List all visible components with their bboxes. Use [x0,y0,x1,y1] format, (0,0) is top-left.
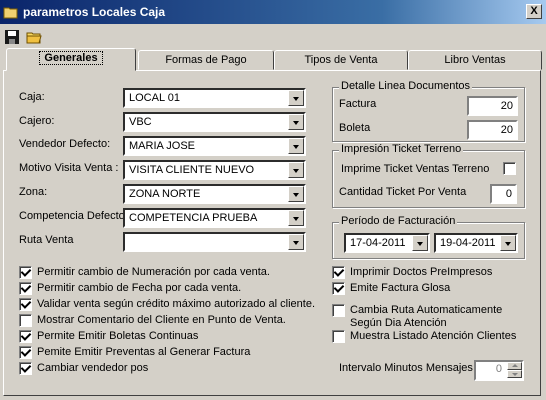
check-doctos-preimpresos[interactable]: Imprimir Doctos PreImpresos [332,266,492,279]
checkbox[interactable] [332,304,345,317]
checkbox[interactable] [332,330,345,343]
cantidad-label: Cantidad Ticket Por Venta [339,186,467,198]
tab-tipos-de-venta[interactable]: Tipos de Venta [274,50,408,70]
caja-combo[interactable]: LOCAL 01 [123,88,306,108]
check-preventas[interactable]: Pemite Emitir Preventas al Generar Factu… [19,346,250,359]
chevron-down-icon[interactable] [500,235,516,251]
checkbox[interactable] [19,330,32,343]
fecha-hasta-picker[interactable]: 19-04-2011 [434,233,518,253]
chevron-down-icon[interactable] [288,186,304,202]
chevron-down-icon[interactable] [288,162,304,178]
motivo-combo[interactable]: VISITA CLIENTE NUEVO [123,160,306,180]
caja-label: Caja: [19,91,45,103]
tab-libro-ventas[interactable]: Libro Ventas [408,50,542,70]
spin-down-icon[interactable] [507,370,522,378]
chevron-down-icon[interactable] [288,210,304,226]
check-fecha[interactable]: Permitir cambio de Fecha por cada venta. [19,282,241,295]
vendedor-combo[interactable]: MARIA JOSE [123,136,306,156]
open-folder-icon[interactable] [26,29,42,45]
competencia-combo[interactable]: COMPETENCIA PRUEBA [123,208,306,228]
detalle-title: Detalle Linea Documentos [339,80,473,92]
intervalo-value: 0 [495,363,502,375]
cajero-value: VBC [129,116,152,128]
check-imprime-ticket[interactable] [503,162,521,175]
check-comentario[interactable]: Mostrar Comentario del Cliente en Punto … [19,314,286,327]
factura-input[interactable]: 20 [467,96,518,116]
zona-combo[interactable]: ZONA NORTE [123,184,306,204]
ruta-label: Ruta Venta [19,234,74,246]
check-listado-atencion[interactable]: Muestra Listado Atención Clientes [332,330,516,343]
competencia-value: COMPETENCIA PRUEBA [129,212,258,224]
chevron-down-icon[interactable] [288,114,304,130]
motivo-value: VISITA CLIENTE NUEVO [129,164,255,176]
checkbox[interactable] [503,162,516,175]
checkbox[interactable] [332,282,345,295]
fecha-desde-value: 17-04-2011 [350,237,406,249]
ruta-combo[interactable] [123,232,306,252]
window-title: parametros Locales Caja [23,5,166,19]
zona-value: ZONA NORTE [129,188,201,200]
check-vendedor-pos[interactable]: Cambiar vendedor pos [19,362,148,375]
intervalo-spinner[interactable]: 0 [474,360,524,381]
checkbox[interactable] [19,362,32,375]
ticket-title: Impresión Ticket Terreno [339,143,464,155]
check-credito[interactable]: Validar venta según crédito máximo autor… [19,298,315,311]
check-cambia-ruta[interactable]: Cambia Ruta Automaticamente Según Dia At… [332,304,502,330]
tab-generales[interactable]: Generales [6,48,136,71]
check-factura-glosa[interactable]: Emite Factura Glosa [332,282,450,295]
factura-label: Factura [339,98,377,110]
chevron-down-icon[interactable] [288,138,304,154]
tab-strip: Generales Formas de Pago Tipos de Venta … [0,48,546,71]
checkbox[interactable] [19,314,32,327]
toolbar [0,26,546,46]
checkbox[interactable] [332,266,345,279]
fecha-desde-picker[interactable]: 17-04-2011 [344,233,430,253]
tab-formas-de-pago[interactable]: Formas de Pago [138,50,274,70]
boleta-input[interactable]: 20 [467,120,518,140]
competencia-label: Competencia Defecto [19,210,125,222]
imprime-label: Imprime Ticket Ventas Terreno [341,163,490,175]
save-icon[interactable] [4,29,20,45]
zona-label: Zona: [19,186,48,198]
chevron-down-icon[interactable] [288,234,304,250]
title-bar: parametros Locales Caja X [0,0,546,24]
check-boletas[interactable]: Permite Emitir Boletas Continuas [19,330,198,343]
caja-value: LOCAL 01 [129,92,180,104]
chevron-down-icon[interactable] [412,235,428,251]
cajero-label: Cajero: [19,115,55,127]
cajero-combo[interactable]: VBC [123,112,306,132]
close-button[interactable]: X [526,4,542,19]
vendedor-value: MARIA JOSE [129,140,196,152]
fecha-hasta-value: 19-04-2011 [440,237,496,249]
checkbox[interactable] [19,282,32,295]
spin-up-icon[interactable] [507,362,522,370]
folder-icon [3,5,19,19]
cantidad-input[interactable]: 0 [490,184,517,204]
motivo-label: Motivo Visita Venta : [19,162,119,174]
boleta-label: Boleta [339,122,371,134]
checkbox[interactable] [19,346,32,359]
periodo-title: Período de Facturación [339,215,458,227]
vendedor-label: Vendedor Defecto: [19,138,111,150]
intervalo-label: Intervalo Minutos Mensajes [339,362,473,374]
chevron-down-icon[interactable] [288,90,304,106]
check-numeracion[interactable]: Permitir cambio de Numeración por cada v… [19,266,270,279]
checkbox[interactable] [19,266,32,279]
checkbox[interactable] [19,298,32,311]
